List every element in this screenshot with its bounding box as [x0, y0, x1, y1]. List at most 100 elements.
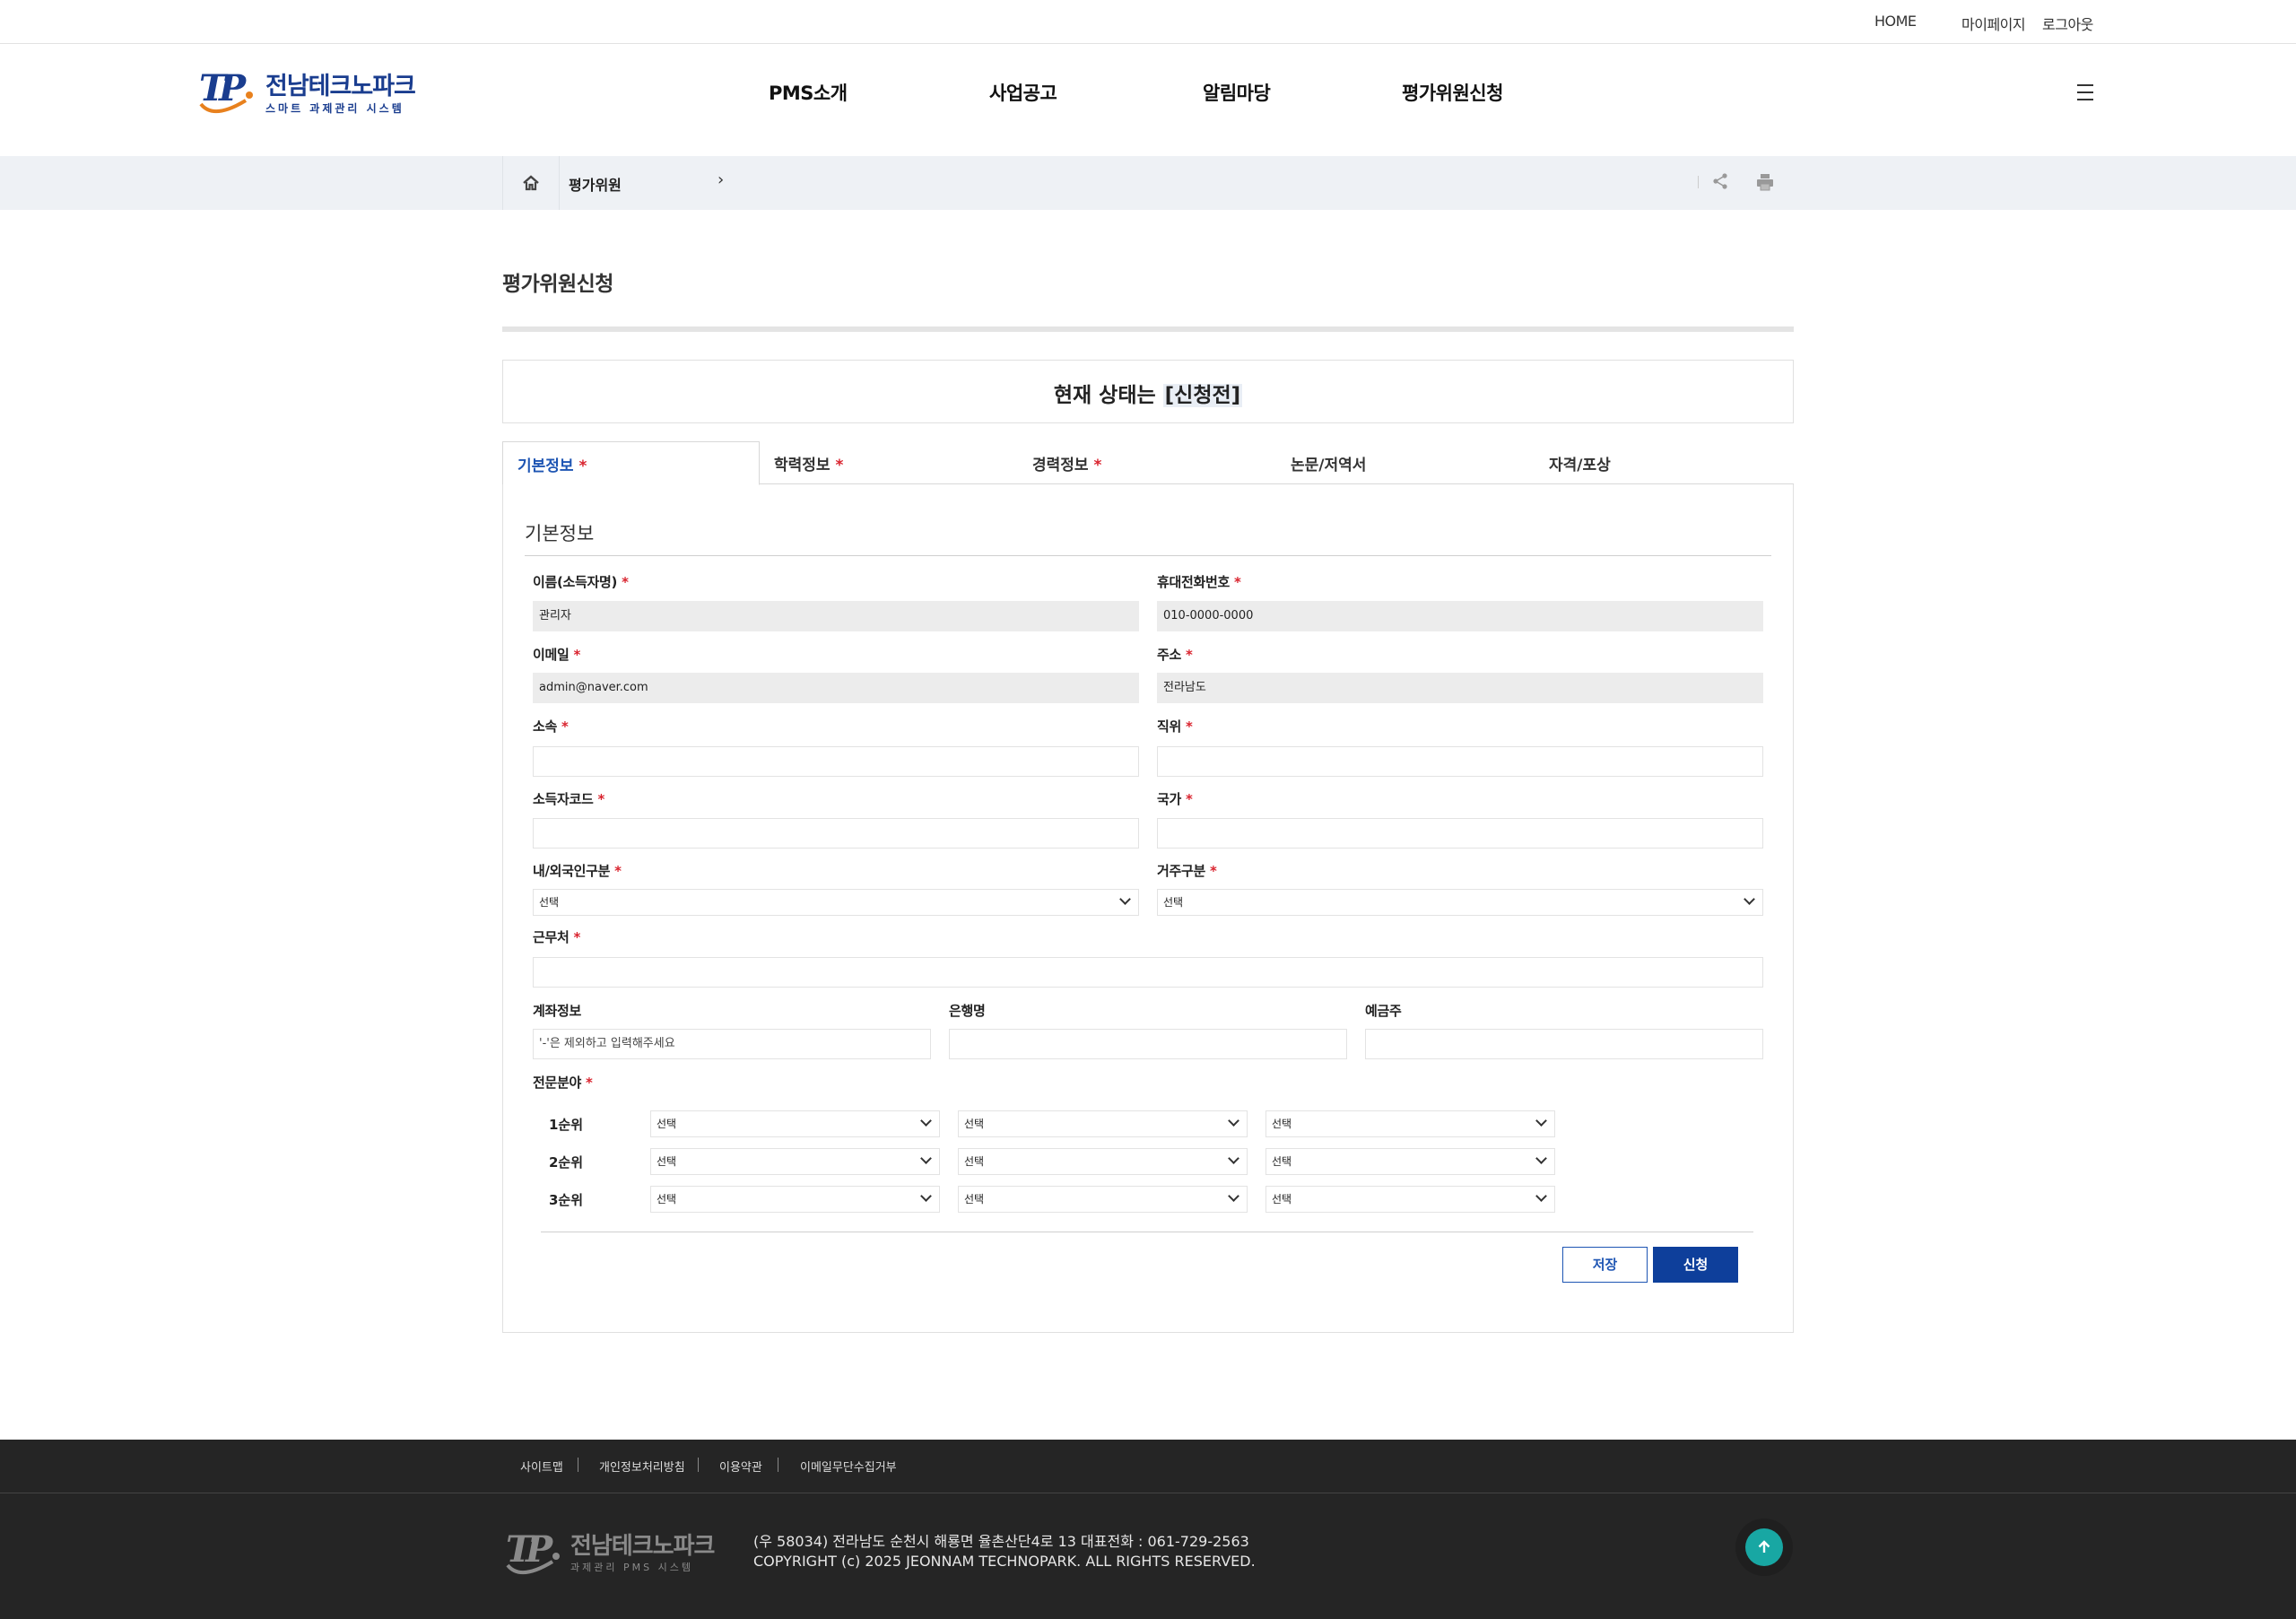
position-field[interactable] — [1157, 746, 1763, 777]
tp-logo-icon: T P — [199, 67, 253, 113]
hamburger-menu-icon[interactable] — [2077, 84, 2100, 104]
tab-career[interactable]: 경력정보 * — [1018, 441, 1275, 484]
account-field[interactable]: '-'은 제외하고 입력해주세요 — [533, 1029, 931, 1059]
chevron-down-icon — [1535, 1190, 1547, 1202]
title-divider — [502, 326, 1794, 332]
chevron-down-icon — [920, 1190, 932, 1202]
rank-3-select-2[interactable]: 선택 — [958, 1186, 1248, 1213]
rank-2-select-2[interactable]: 선택 — [958, 1148, 1248, 1175]
tab-basic-info[interactable]: 기본정보 * — [502, 441, 760, 485]
rank-1-select-1[interactable]: 선택 — [650, 1110, 940, 1137]
address-field[interactable]: 전라남도 — [1157, 673, 1763, 703]
nationality-label: 내/외국인구분 * — [533, 863, 622, 879]
chevron-down-icon — [920, 1115, 932, 1127]
footer-link-sitemap[interactable]: 사이트맵 — [520, 1458, 563, 1475]
logout-link[interactable]: 로그아웃 — [2042, 13, 2093, 34]
tab-papers[interactable]: 논문/저역서 — [1276, 441, 1534, 484]
address-label: 주소 * — [1157, 647, 1193, 663]
footer-link-email-refusal[interactable]: 이메일무단수집거부 — [800, 1458, 897, 1475]
section-divider — [525, 555, 1771, 556]
tab-label: 자격/포상 — [1549, 457, 1611, 474]
footer-address: (우 58034) 전라남도 순천시 해룡면 율촌산단4로 13 대표전화 : … — [753, 1533, 1249, 1550]
residence-label: 거주구분 * — [1157, 863, 1217, 879]
application-status-box: 현재 상태는 [신청전] — [502, 360, 1794, 423]
rank-2-select-3[interactable]: 선택 — [1265, 1148, 1555, 1175]
home-icon — [523, 175, 539, 191]
scroll-top-button[interactable] — [1735, 1519, 1793, 1576]
share-icon[interactable] — [1711, 172, 1729, 190]
tab-education[interactable]: 학력정보 * — [760, 441, 1017, 484]
rank-1-select-3[interactable]: 선택 — [1265, 1110, 1555, 1137]
print-icon[interactable] — [1755, 172, 1775, 192]
name-label: 이름(소득자명) * — [533, 574, 629, 590]
account-label: 계좌정보 — [533, 1003, 582, 1019]
rank-3-select-1[interactable]: 선택 — [650, 1186, 940, 1213]
affiliation-label: 소속 * — [533, 718, 569, 735]
site-logo[interactable]: T P 전남테크노파크 스마트 과제관리 시스템 — [196, 65, 416, 118]
arrow-up-icon — [1758, 1540, 1770, 1553]
rank-1-select-2[interactable]: 선택 — [958, 1110, 1248, 1137]
tp-logo-icon: T P — [506, 1528, 560, 1574]
svg-text:P: P — [218, 67, 248, 109]
chevron-down-icon — [1744, 893, 1755, 905]
footer-link-terms[interactable]: 이용약관 — [719, 1458, 762, 1475]
rank-3-select-3[interactable]: 선택 — [1265, 1186, 1555, 1213]
country-label: 국가 * — [1157, 791, 1193, 807]
nav-pms-intro[interactable]: PMS소개 — [769, 79, 848, 106]
chevron-down-icon — [1228, 1115, 1239, 1127]
position-label: 직위 * — [1157, 718, 1193, 735]
income-code-label: 소득자코드 * — [533, 791, 604, 807]
utility-bar: HOME 마이페이지 로그아웃 — [0, 0, 2296, 44]
status-prefix: 현재 상태는 — [1053, 384, 1163, 407]
tab-label: 경력정보 — [1032, 457, 1089, 474]
brand-subtitle: 스마트 과제관리 시스템 — [265, 102, 404, 115]
bank-field[interactable] — [949, 1029, 1347, 1059]
required-mark: * — [578, 457, 587, 475]
nav-evaluator-apply[interactable]: 평가위원신청 — [1402, 79, 1503, 106]
chevron-down-icon — [920, 1153, 932, 1164]
residence-select[interactable]: 선택 — [1157, 889, 1763, 916]
chevron-down-icon — [1228, 1153, 1239, 1164]
breadcrumb-current[interactable]: 평가위원 — [569, 173, 622, 195]
page-title: 평가위원신청 — [502, 273, 613, 296]
chevron-down-icon — [1119, 893, 1131, 905]
required-mark: * — [1093, 457, 1102, 474]
rank-2-select-1[interactable]: 선택 — [650, 1148, 940, 1175]
footer-link-privacy[interactable]: 개인정보처리방침 — [599, 1458, 685, 1475]
country-field[interactable] — [1157, 818, 1763, 849]
chevron-down-icon — [1535, 1153, 1547, 1164]
bank-label: 은행명 — [949, 1003, 986, 1019]
site-footer: 사이트맵 개인정보처리방침 이용약관 이메일무단수집거부 T P 전남테크노파크… — [0, 1440, 2296, 1619]
holder-field[interactable] — [1365, 1029, 1763, 1059]
nav-announcements[interactable]: 사업공고 — [989, 79, 1057, 106]
nationality-select[interactable]: 선택 — [533, 889, 1139, 916]
breadcrumb: 평가위원 › — [0, 156, 2296, 210]
email-field[interactable]: admin@naver.com — [533, 673, 1139, 703]
site-header: T P 전남테크노파크 스마트 과제관리 시스템 PMS소개 사업공고 알림마당… — [0, 45, 2296, 156]
rank-2-label: 2순위 — [549, 1154, 584, 1171]
tab-label: 학력정보 — [774, 457, 831, 474]
holder-label: 예금주 — [1365, 1003, 1402, 1019]
breadcrumb-home-button[interactable] — [502, 156, 560, 210]
expertise-label: 전문분야 * — [533, 1075, 593, 1091]
footer-logo: T P 전남테크노파크 과제관리 PMS 시스템 — [502, 1526, 715, 1580]
phone-field[interactable]: 010-0000-0000 — [1157, 601, 1763, 631]
workplace-field[interactable] — [533, 957, 1763, 988]
tab-qualifications[interactable]: 자격/포상 — [1535, 441, 1792, 484]
mypage-link[interactable]: 마이페이지 — [1961, 13, 2026, 34]
affiliation-field[interactable] — [533, 746, 1139, 777]
income-code-field[interactable] — [533, 818, 1139, 849]
home-link[interactable]: HOME — [1874, 13, 1917, 30]
rank-1-label: 1순위 — [549, 1117, 584, 1133]
footer-copyright: COPYRIGHT (c) 2025 JEONNAM TECHNOPARK. A… — [753, 1553, 1256, 1570]
footer-divider — [698, 1458, 699, 1472]
svg-text:P: P — [525, 1528, 554, 1571]
breadcrumb-dropdown-arrow[interactable]: › — [718, 170, 724, 189]
save-button[interactable]: 저장 — [1562, 1247, 1648, 1283]
required-mark: * — [835, 457, 844, 474]
apply-button[interactable]: 신청 — [1653, 1247, 1738, 1283]
brand-title: 전남테크노파크 — [265, 73, 416, 100]
rank-3-label: 3순위 — [549, 1192, 584, 1208]
name-field[interactable]: 관리자 — [533, 601, 1139, 631]
nav-notice-board[interactable]: 알림마당 — [1203, 79, 1271, 106]
